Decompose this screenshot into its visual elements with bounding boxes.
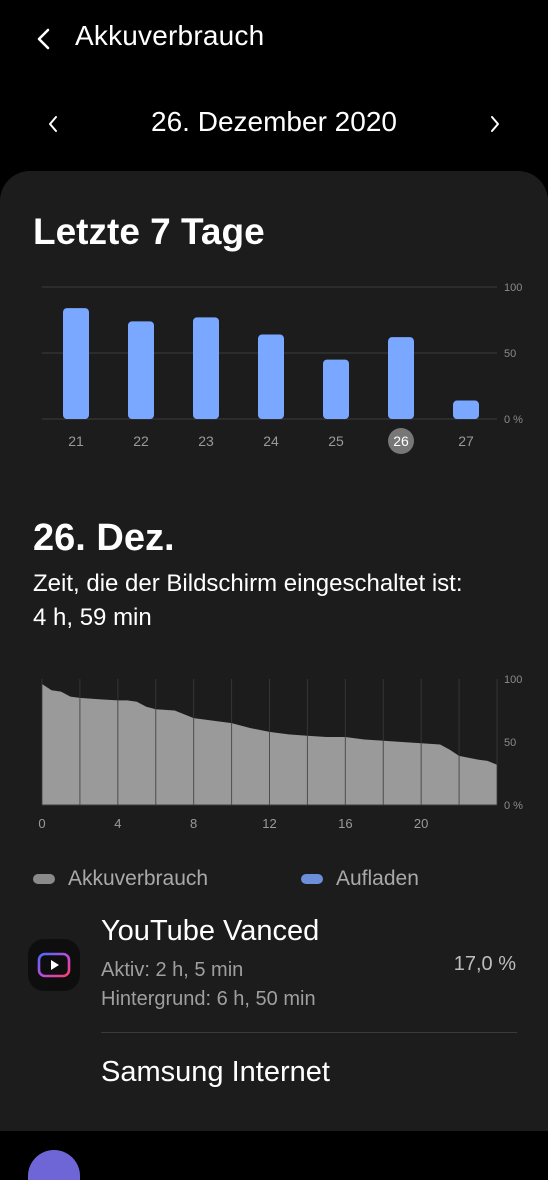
samsung-internet-icon [28, 1150, 80, 1180]
bar [193, 317, 219, 419]
app-name: YouTube Vanced [101, 915, 320, 947]
chevron-left-icon [37, 28, 50, 50]
app-name: Samsung Internet [101, 1056, 330, 1088]
screen-on-value: 4 h, 59 min [33, 604, 152, 631]
list-divider [101, 1032, 517, 1033]
week-title: Letzte 7 Tage [33, 211, 265, 252]
x-tick-label: 26 [393, 433, 409, 449]
x-tick-label: 12 [262, 816, 276, 831]
top-app-bar: Akkuverbrauch [0, 0, 548, 80]
bar [323, 359, 349, 419]
legend-item-usage: Akkuverbrauch [33, 867, 208, 891]
legend-label-usage: Akkuverbrauch [68, 867, 209, 890]
x-tick-label: 16 [338, 816, 352, 831]
y-tick-label: 0 % [504, 414, 523, 426]
youtube-vanced-icon [28, 939, 80, 991]
y-tick-label: 100 [504, 282, 522, 294]
page-title: Akkuverbrauch [75, 20, 265, 51]
current-date: 26. Dezember 2020 [151, 106, 397, 137]
bar [258, 334, 284, 419]
x-tick-label: 24 [263, 433, 279, 449]
x-tick-label: 23 [198, 433, 214, 449]
app-usage-percent: 17,0 % [453, 953, 516, 975]
y-tick-label: 0 % [504, 800, 523, 812]
bar [388, 337, 414, 419]
daily-battery-chart: 100 50 0 % 0 4 8 12 16 20 [38, 674, 523, 831]
app-usage-row[interactable]: Samsung Internet [0, 1056, 548, 1180]
day-title: 26. Dez. [33, 517, 175, 559]
chart-legend: Akkuverbrauch Aufladen [33, 867, 533, 897]
legend-item-charging: Aufladen [301, 867, 419, 891]
weekly-usage-chart: 100 50 0 % 21 22 23 24 25 26 27 [42, 282, 523, 454]
battery-card: Letzte 7 Tage 100 50 0 % 21 22 23 24 25 26 27 26.… [0, 171, 548, 1180]
y-tick-label: 100 [504, 674, 522, 686]
y-tick-label: 50 [504, 348, 516, 360]
back-button[interactable] [26, 20, 60, 58]
legend-swatch-charging [301, 874, 323, 884]
legend-label-charging: Aufladen [336, 867, 419, 890]
date-selector: 26. Dezember 2020 [0, 96, 548, 152]
legend-swatch-usage [33, 874, 55, 884]
x-tick-label: 21 [68, 433, 84, 449]
bar [63, 308, 89, 419]
x-tick-label: 20 [414, 816, 428, 831]
screen-on-label: Zeit, die der Bildschirm eingeschaltet i… [33, 570, 463, 597]
bar [128, 321, 154, 419]
x-tick-label: 0 [38, 816, 45, 831]
app-usage-row[interactable]: YouTube Vanced Aktiv: 2 h, 5 min Hinterg… [0, 915, 548, 1025]
next-date-button[interactable] [480, 108, 510, 140]
chevron-right-icon [491, 116, 499, 132]
app-background-time: Hintergrund: 6 h, 50 min [101, 988, 316, 1010]
x-tick-label: 27 [458, 433, 474, 449]
app-active-time: Aktiv: 2 h, 5 min [101, 959, 244, 981]
bar [453, 400, 479, 419]
x-tick-label: 4 [114, 816, 121, 831]
x-tick-label: 25 [328, 433, 344, 449]
x-tick-label: 22 [133, 433, 149, 449]
y-tick-label: 50 [504, 737, 516, 749]
x-tick-label: 8 [190, 816, 197, 831]
